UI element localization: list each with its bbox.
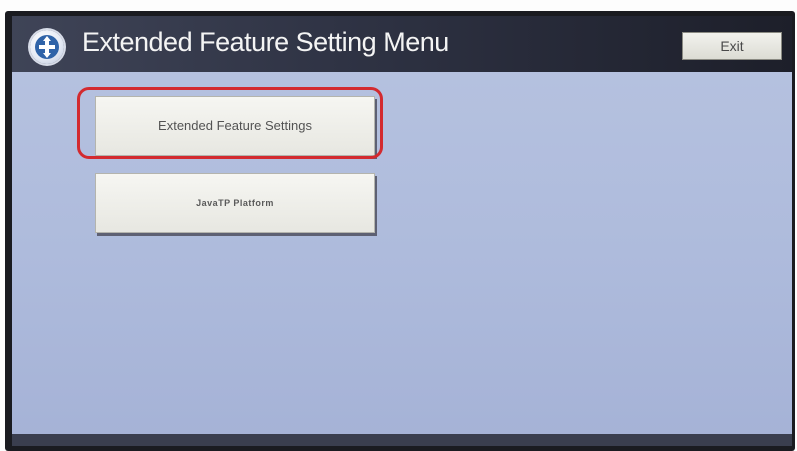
menu-app-icon xyxy=(30,30,64,64)
panel-screen: Extended Feature Setting Menu Exit Exten… xyxy=(12,16,792,446)
extended-feature-settings-button[interactable]: Extended Feature Settings xyxy=(95,96,375,156)
javatp-platform-button[interactable]: JavaTP Platform xyxy=(95,173,375,233)
cross-arrows-icon xyxy=(35,35,59,59)
page-title: Extended Feature Setting Menu xyxy=(82,27,449,57)
exit-button[interactable]: Exit xyxy=(682,32,782,60)
header-bar: Extended Feature Setting Menu Exit xyxy=(12,16,792,72)
screen-bottom-edge xyxy=(12,434,792,446)
